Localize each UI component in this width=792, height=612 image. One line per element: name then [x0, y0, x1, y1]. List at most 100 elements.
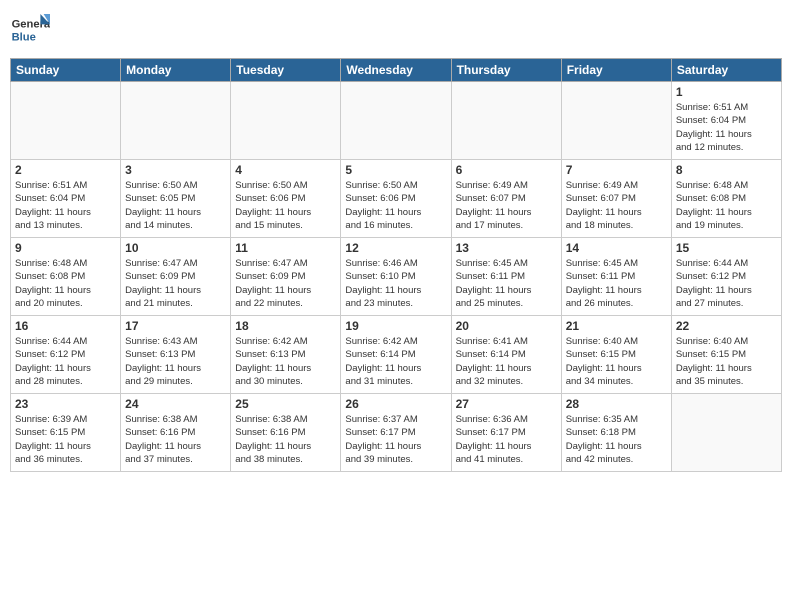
- calendar-cell: 1 Sunrise: 6:51 AM Sunset: 6:04 PM Daylig…: [671, 82, 781, 160]
- day-number: 5: [345, 163, 446, 177]
- day-info: Sunrise: 6:36 AM Sunset: 6:17 PM Dayligh…: [456, 413, 557, 466]
- calendar-cell: 10 Sunrise: 6:47 AM Sunset: 6:09 PM Dayli…: [121, 238, 231, 316]
- logo: General Blue: [10, 10, 50, 50]
- day-info: Sunrise: 6:37 AM Sunset: 6:17 PM Dayligh…: [345, 413, 446, 466]
- calendar-cell: 21 Sunrise: 6:40 AM Sunset: 6:15 PM Dayli…: [561, 316, 671, 394]
- calendar-cell: 11 Sunrise: 6:47 AM Sunset: 6:09 PM Dayli…: [231, 238, 341, 316]
- calendar-cell: 4 Sunrise: 6:50 AM Sunset: 6:06 PM Daylig…: [231, 160, 341, 238]
- calendar-cell: 16Sunrise: 6:44 AM Sunset: 6:12 PM Dayli…: [11, 316, 121, 394]
- calendar-weekday-thursday: Thursday: [451, 59, 561, 82]
- calendar-cell: [11, 82, 121, 160]
- day-info: Sunrise: 6:50 AM Sunset: 6:05 PM Dayligh…: [125, 179, 226, 232]
- calendar-weekday-tuesday: Tuesday: [231, 59, 341, 82]
- day-info: Sunrise: 6:45 AM Sunset: 6:11 PM Dayligh…: [456, 257, 557, 310]
- day-info: Sunrise: 6:51 AM Sunset: 6:04 PM Dayligh…: [676, 101, 777, 154]
- day-info: Sunrise: 6:49 AM Sunset: 6:07 PM Dayligh…: [566, 179, 667, 232]
- day-number: 1: [676, 85, 777, 99]
- day-number: 18: [235, 319, 336, 333]
- day-number: 12: [345, 241, 446, 255]
- day-number: 27: [456, 397, 557, 411]
- day-number: 28: [566, 397, 667, 411]
- day-info: Sunrise: 6:48 AM Sunset: 6:08 PM Dayligh…: [676, 179, 777, 232]
- calendar-cell: 20Sunrise: 6:41 AM Sunset: 6:14 PM Dayli…: [451, 316, 561, 394]
- day-info: Sunrise: 6:48 AM Sunset: 6:08 PM Dayligh…: [15, 257, 116, 310]
- day-info: Sunrise: 6:38 AM Sunset: 6:16 PM Dayligh…: [125, 413, 226, 466]
- day-number: 4: [235, 163, 336, 177]
- day-number: 6: [456, 163, 557, 177]
- day-number: 7: [566, 163, 667, 177]
- day-info: Sunrise: 6:50 AM Sunset: 6:06 PM Dayligh…: [235, 179, 336, 232]
- day-info: Sunrise: 6:43 AM Sunset: 6:13 PM Dayligh…: [125, 335, 226, 388]
- calendar-cell: 7 Sunrise: 6:49 AM Sunset: 6:07 PM Daylig…: [561, 160, 671, 238]
- calendar-week-0: 1 Sunrise: 6:51 AM Sunset: 6:04 PM Daylig…: [11, 82, 782, 160]
- calendar-cell: 26 Sunrise: 6:37 AM Sunset: 6:17 PM Dayli…: [341, 394, 451, 472]
- calendar-cell: [341, 82, 451, 160]
- calendar-cell: 18 Sunrise: 6:42 AM Sunset: 6:13 PM Dayli…: [231, 316, 341, 394]
- calendar-cell: 13 Sunrise: 6:45 AM Sunset: 6:11 PM Dayli…: [451, 238, 561, 316]
- calendar-weekday-monday: Monday: [121, 59, 231, 82]
- calendar-weekday-sunday: Sunday: [11, 59, 121, 82]
- calendar-week-3: 16Sunrise: 6:44 AM Sunset: 6:12 PM Dayli…: [11, 316, 782, 394]
- page-header: General Blue: [10, 10, 782, 50]
- day-info: Sunrise: 6:50 AM Sunset: 6:06 PM Dayligh…: [345, 179, 446, 232]
- calendar-week-1: 2 Sunrise: 6:51 AM Sunset: 6:04 PM Daylig…: [11, 160, 782, 238]
- calendar-cell: 9 Sunrise: 6:48 AM Sunset: 6:08 PM Daylig…: [11, 238, 121, 316]
- calendar-weekday-saturday: Saturday: [671, 59, 781, 82]
- calendar-cell: 23 Sunrise: 6:39 AM Sunset: 6:15 PM Dayli…: [11, 394, 121, 472]
- calendar-cell: 24 Sunrise: 6:38 AM Sunset: 6:16 PM Dayli…: [121, 394, 231, 472]
- day-number: 10: [125, 241, 226, 255]
- calendar-cell: 22Sunrise: 6:40 AM Sunset: 6:15 PM Dayli…: [671, 316, 781, 394]
- calendar-cell: 2 Sunrise: 6:51 AM Sunset: 6:04 PM Daylig…: [11, 160, 121, 238]
- day-info: Sunrise: 6:44 AM Sunset: 6:12 PM Dayligh…: [676, 257, 777, 310]
- day-number: 13: [456, 241, 557, 255]
- day-info: Sunrise: 6:47 AM Sunset: 6:09 PM Dayligh…: [125, 257, 226, 310]
- calendar-header-row: SundayMondayTuesdayWednesdayThursdayFrid…: [11, 59, 782, 82]
- calendar-week-4: 23 Sunrise: 6:39 AM Sunset: 6:15 PM Dayli…: [11, 394, 782, 472]
- day-number: 17: [125, 319, 226, 333]
- calendar-cell: [231, 82, 341, 160]
- day-number: 9: [15, 241, 116, 255]
- day-number: 24: [125, 397, 226, 411]
- calendar-cell: [121, 82, 231, 160]
- day-number: 19: [345, 319, 446, 333]
- day-number: 23: [15, 397, 116, 411]
- calendar-cell: 17 Sunrise: 6:43 AM Sunset: 6:13 PM Dayli…: [121, 316, 231, 394]
- day-number: 21: [566, 319, 667, 333]
- calendar-cell: 8Sunrise: 6:48 AM Sunset: 6:08 PM Daylig…: [671, 160, 781, 238]
- day-number: 26: [345, 397, 446, 411]
- day-info: Sunrise: 6:45 AM Sunset: 6:11 PM Dayligh…: [566, 257, 667, 310]
- day-info: Sunrise: 6:42 AM Sunset: 6:13 PM Dayligh…: [235, 335, 336, 388]
- logo-icon: General Blue: [10, 10, 50, 50]
- day-number: 25: [235, 397, 336, 411]
- calendar-weekday-friday: Friday: [561, 59, 671, 82]
- calendar-cell: 6 Sunrise: 6:49 AM Sunset: 6:07 PM Daylig…: [451, 160, 561, 238]
- day-number: 20: [456, 319, 557, 333]
- day-number: 14: [566, 241, 667, 255]
- calendar-cell: [671, 394, 781, 472]
- calendar-cell: 28 Sunrise: 6:35 AM Sunset: 6:18 PM Dayli…: [561, 394, 671, 472]
- day-info: Sunrise: 6:39 AM Sunset: 6:15 PM Dayligh…: [15, 413, 116, 466]
- calendar-cell: [561, 82, 671, 160]
- day-info: Sunrise: 6:40 AM Sunset: 6:15 PM Dayligh…: [566, 335, 667, 388]
- svg-text:Blue: Blue: [12, 31, 36, 43]
- day-info: Sunrise: 6:42 AM Sunset: 6:14 PM Dayligh…: [345, 335, 446, 388]
- calendar-cell: 14 Sunrise: 6:45 AM Sunset: 6:11 PM Dayli…: [561, 238, 671, 316]
- calendar-cell: 5 Sunrise: 6:50 AM Sunset: 6:06 PM Daylig…: [341, 160, 451, 238]
- day-info: Sunrise: 6:47 AM Sunset: 6:09 PM Dayligh…: [235, 257, 336, 310]
- day-number: 15: [676, 241, 777, 255]
- calendar-cell: 15 Sunrise: 6:44 AM Sunset: 6:12 PM Dayli…: [671, 238, 781, 316]
- day-info: Sunrise: 6:38 AM Sunset: 6:16 PM Dayligh…: [235, 413, 336, 466]
- calendar-weekday-wednesday: Wednesday: [341, 59, 451, 82]
- calendar-cell: 12Sunrise: 6:46 AM Sunset: 6:10 PM Dayli…: [341, 238, 451, 316]
- day-number: 2: [15, 163, 116, 177]
- calendar-week-2: 9 Sunrise: 6:48 AM Sunset: 6:08 PM Daylig…: [11, 238, 782, 316]
- day-info: Sunrise: 6:35 AM Sunset: 6:18 PM Dayligh…: [566, 413, 667, 466]
- calendar-table: SundayMondayTuesdayWednesdayThursdayFrid…: [10, 58, 782, 472]
- calendar-cell: [451, 82, 561, 160]
- calendar-cell: 19 Sunrise: 6:42 AM Sunset: 6:14 PM Dayli…: [341, 316, 451, 394]
- calendar-cell: 3 Sunrise: 6:50 AM Sunset: 6:05 PM Daylig…: [121, 160, 231, 238]
- day-number: 11: [235, 241, 336, 255]
- day-number: 3: [125, 163, 226, 177]
- day-info: Sunrise: 6:51 AM Sunset: 6:04 PM Dayligh…: [15, 179, 116, 232]
- day-info: Sunrise: 6:49 AM Sunset: 6:07 PM Dayligh…: [456, 179, 557, 232]
